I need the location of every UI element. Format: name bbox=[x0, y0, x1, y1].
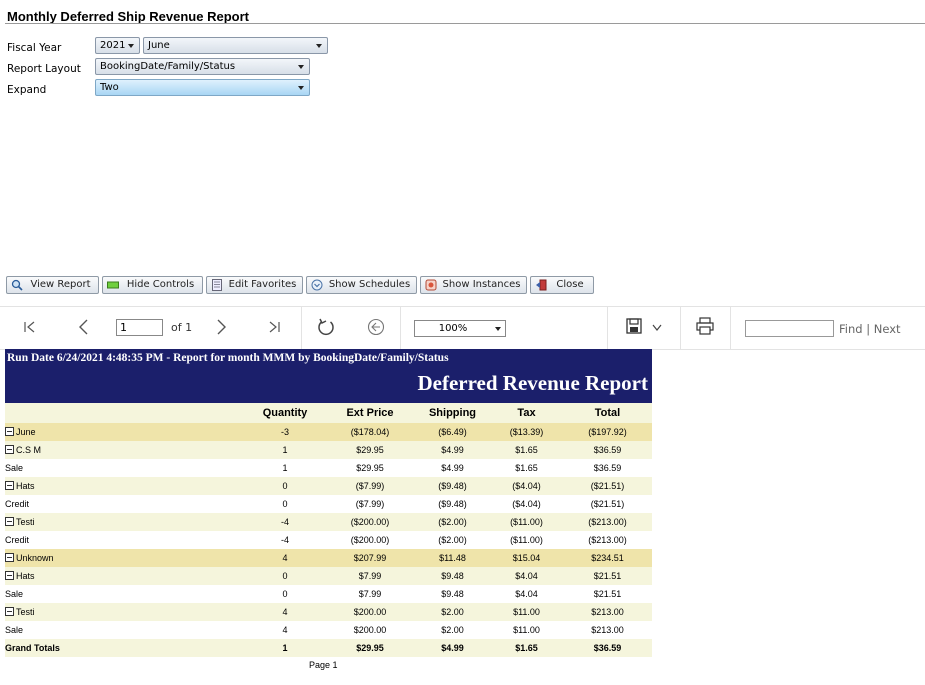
toolbar-separator bbox=[400, 307, 401, 349]
report-table: Quantity Ext Price Shipping Tax Total Ju… bbox=[5, 403, 652, 657]
collapse-toggle-icon[interactable] bbox=[5, 607, 14, 616]
next-page-icon[interactable] bbox=[213, 318, 229, 336]
fiscal-year-select[interactable]: 2021 bbox=[95, 37, 140, 54]
next-link[interactable]: Next bbox=[874, 322, 901, 336]
report-viewer-toolbar: 1 of 1 100% Find | Next bbox=[0, 306, 925, 350]
fiscal-month-value: June bbox=[148, 40, 170, 51]
save-icon[interactable] bbox=[626, 318, 642, 334]
column-header-ext-price: Ext Price bbox=[325, 403, 415, 423]
document-edit-icon bbox=[212, 279, 222, 291]
magnifier-icon bbox=[11, 279, 23, 291]
report-header: Run Date 6/24/2021 4:48:35 PM - Report f… bbox=[5, 349, 652, 403]
instances-icon bbox=[425, 279, 437, 291]
chevron-down-icon bbox=[495, 327, 501, 331]
zoom-value: 100% bbox=[438, 323, 468, 334]
collapse-toggle-icon[interactable] bbox=[5, 553, 14, 562]
toolbar-separator bbox=[730, 307, 731, 349]
hide-panel-icon bbox=[107, 281, 119, 289]
chevron-down-icon bbox=[316, 44, 322, 48]
table-row: Hats 0 $7.99 $9.48 $4.04 $21.51 bbox=[5, 567, 652, 585]
report-title: Deferred Revenue Report bbox=[417, 371, 648, 395]
collapse-toggle-icon[interactable] bbox=[5, 517, 14, 526]
show-instances-button[interactable]: Show Instances bbox=[420, 276, 527, 294]
show-schedules-button[interactable]: Show Schedules bbox=[306, 276, 417, 294]
page-footer: Page 1 bbox=[309, 660, 338, 670]
table-row: Unknown 4 $207.99 $11.48 $15.04 $234.51 bbox=[5, 549, 652, 567]
table-row: Sale 4 $200.00 $2.00 $11.00 $213.00 bbox=[5, 621, 652, 639]
table-row: C.S M 1 $29.95 $4.99 $1.65 $36.59 bbox=[5, 441, 652, 459]
column-header-tax: Tax bbox=[490, 403, 563, 423]
close-button[interactable]: Close bbox=[530, 276, 594, 294]
table-row: Sale 1 $29.95 $4.99 $1.65 $36.59 bbox=[5, 459, 652, 477]
column-header-quantity: Quantity bbox=[245, 403, 325, 423]
hide-controls-button[interactable]: Hide Controls bbox=[102, 276, 203, 294]
chevron-down-icon bbox=[128, 44, 134, 48]
grand-totals-row: Grand Totals 1 $29.95 $4.99 $1.65 $36.59 bbox=[5, 639, 652, 657]
page-count-label: of 1 bbox=[171, 321, 193, 334]
table-row: Sale 0 $7.99 $9.48 $4.04 $21.51 bbox=[5, 585, 652, 603]
close-door-icon bbox=[536, 279, 547, 291]
collapse-toggle-icon[interactable] bbox=[5, 481, 14, 490]
page-title: Monthly Deferred Ship Revenue Report bbox=[7, 9, 249, 24]
table-row: Credit -4 ($200.00) ($2.00) ($11.00) ($2… bbox=[5, 531, 652, 549]
report-layout-value: BookingDate/Family/Status bbox=[100, 61, 236, 72]
fiscal-year-label: Fiscal Year bbox=[7, 42, 62, 54]
table-header-row: Quantity Ext Price Shipping Tax Total bbox=[5, 403, 652, 423]
report-layout-label: Report Layout bbox=[7, 63, 81, 75]
expand-label: Expand bbox=[7, 84, 47, 96]
column-header-name bbox=[5, 403, 245, 423]
run-date-line: Run Date 6/24/2021 4:48:35 PM - Report f… bbox=[7, 352, 449, 364]
edit-favorites-button[interactable]: Edit Favorites bbox=[206, 276, 303, 294]
table-row: Testi -4 ($200.00) ($2.00) ($11.00) ($21… bbox=[5, 513, 652, 531]
toolbar-separator bbox=[680, 307, 681, 349]
chevron-down-icon bbox=[298, 86, 304, 90]
back-icon[interactable] bbox=[367, 318, 385, 336]
collapse-toggle-icon[interactable] bbox=[5, 445, 14, 454]
chevron-down-icon bbox=[298, 65, 304, 69]
refresh-icon[interactable] bbox=[316, 317, 336, 337]
collapse-toggle-icon[interactable] bbox=[5, 571, 14, 580]
last-page-icon[interactable] bbox=[266, 319, 282, 335]
table-row: Testi 4 $200.00 $2.00 $11.00 $213.00 bbox=[5, 603, 652, 621]
expand-value: Two bbox=[100, 82, 119, 93]
column-header-total: Total bbox=[563, 403, 652, 423]
fiscal-month-select[interactable]: June bbox=[143, 37, 328, 54]
table-row: Hats 0 ($7.99) ($9.48) ($4.04) ($21.51) bbox=[5, 477, 652, 495]
find-input[interactable] bbox=[745, 320, 834, 337]
chevron-down-icon[interactable] bbox=[651, 323, 663, 333]
report-body: Run Date 6/24/2021 4:48:35 PM - Report f… bbox=[5, 349, 652, 657]
find-links: Find | Next bbox=[839, 322, 901, 336]
table-row: June -3 ($178.04) ($6.49) ($13.39) ($197… bbox=[5, 423, 652, 441]
find-divider: | bbox=[866, 322, 871, 336]
expand-select[interactable]: Two bbox=[95, 79, 310, 96]
title-divider bbox=[5, 23, 925, 24]
page-number-input[interactable]: 1 bbox=[116, 319, 163, 336]
prev-page-icon[interactable] bbox=[76, 318, 92, 336]
view-report-button[interactable]: View Report bbox=[6, 276, 99, 294]
column-header-shipping: Shipping bbox=[415, 403, 490, 423]
collapse-toggle-icon[interactable] bbox=[5, 427, 14, 436]
first-page-icon[interactable] bbox=[22, 319, 38, 335]
find-link[interactable]: Find bbox=[839, 322, 863, 336]
table-row: Credit 0 ($7.99) ($9.48) ($4.04) ($21.51… bbox=[5, 495, 652, 513]
toolbar-separator bbox=[607, 307, 608, 349]
print-icon[interactable] bbox=[696, 317, 714, 335]
report-layout-select[interactable]: BookingDate/Family/Status bbox=[95, 58, 310, 75]
zoom-select[interactable]: 100% bbox=[414, 320, 506, 337]
toolbar-separator bbox=[301, 307, 302, 349]
dropdown-circle-icon bbox=[311, 279, 323, 291]
fiscal-year-value: 2021 bbox=[100, 40, 126, 51]
